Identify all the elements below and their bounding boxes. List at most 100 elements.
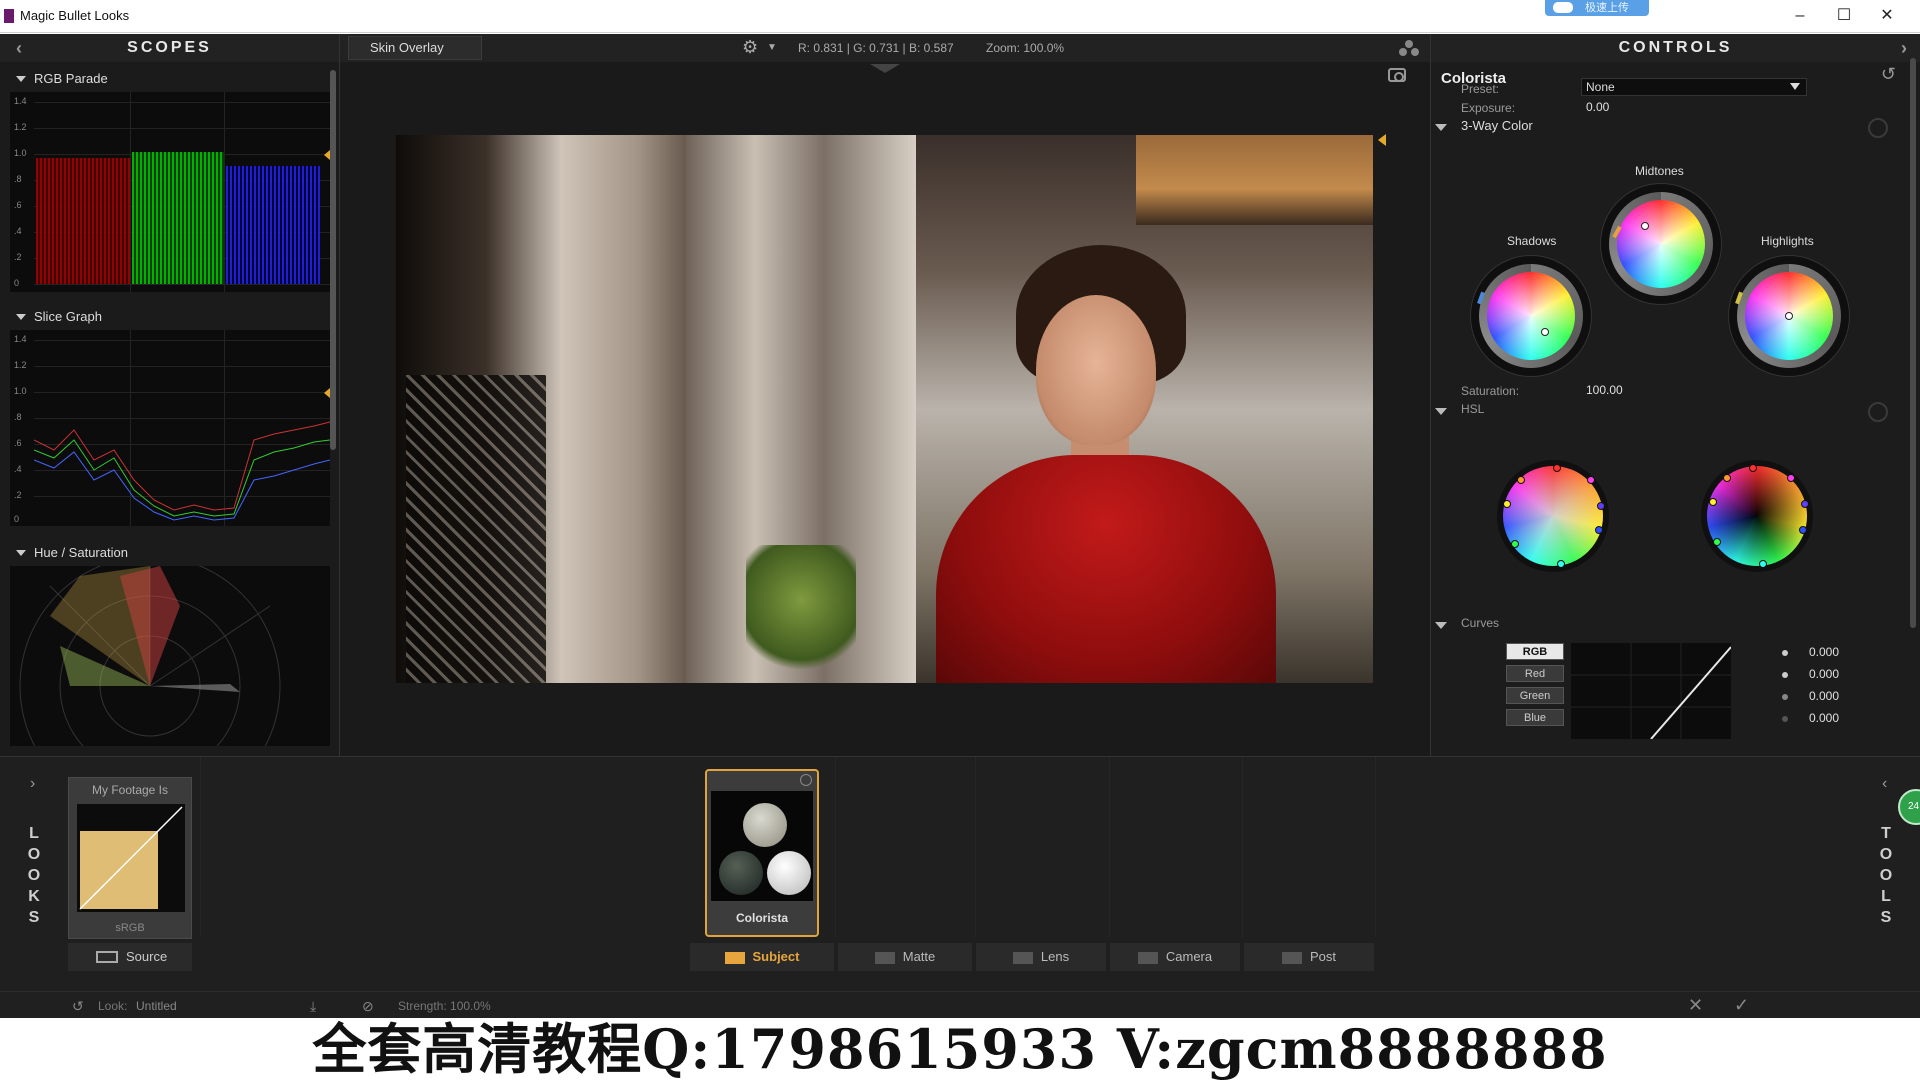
divider [1242,757,1243,937]
slice-graph-traces [34,421,330,521]
save-icon[interactable]: ⤓ [310,998,316,1015]
strength-icon: ⊘ [362,998,374,1014]
curve-red-button[interactable]: Red [1506,665,1564,682]
colorista-thumbnail [711,791,813,901]
frame-marker[interactable] [1378,134,1386,146]
controls-scrollbar[interactable] [1910,58,1916,628]
expand-triangle-icon[interactable] [1435,124,1447,131]
green-parade-trace [132,152,224,284]
source-button[interactable]: Source [68,943,192,971]
notification-badge[interactable]: 24 [1898,789,1920,825]
tools-letter: T [1881,825,1891,842]
source-label: Source [126,949,168,964]
close-button[interactable]: ✕ [1872,6,1902,26]
controls-title: CONTROLS [1618,39,1733,56]
collapse-right-icon[interactable]: › [1901,34,1910,62]
looks-drawer-tab[interactable]: L O O K S [26,823,42,928]
skin-overlay-button[interactable]: Skin Overlay [348,36,482,60]
highlights-wheel[interactable] [1729,256,1849,376]
tick-label: 1.4 [14,96,27,106]
expand-triangle-icon[interactable] [1435,622,1447,629]
curve-green-button[interactable]: Green [1506,687,1564,704]
slice-graph-plot: 1.4 1.2 1.0 .8 .6 .4 .2 0 [10,330,330,526]
tick-label: 1.2 [14,122,27,132]
app-body: ‹ SCOPES RGB Parade 1.4 1.2 1.0 .8 .6 .4… [0,34,1920,1019]
minimize-button[interactable]: – [1785,6,1815,26]
tick-label: .8 [14,174,22,184]
tick-label: 0 [14,514,20,524]
upload-tag-label: 极速上传 [1585,2,1629,14]
saturation-value[interactable]: 100.00 [1586,383,1623,397]
view-mode-icon[interactable] [1398,39,1420,57]
scopes-scrollbar[interactable] [330,70,336,450]
tab-post[interactable]: Post [1244,943,1374,971]
reset-icon[interactable]: ↺ [72,998,84,1015]
shadows-wheel[interactable] [1471,256,1591,376]
look-label: Look: [98,999,128,1013]
curve-value[interactable]: 0.000 [1809,667,1839,681]
collapse-left-icon[interactable]: ‹ [16,34,25,62]
upload-tag[interactable]: 极速上传 [1545,0,1649,16]
highlights-handle[interactable] [1785,312,1793,320]
curve-value[interactable]: 0.000 [1809,645,1839,659]
person-icon [724,951,745,964]
slice-graph-toggle[interactable]: Slice Graph [0,306,330,328]
tick-label: .6 [14,200,22,210]
red-parade-trace [36,158,130,284]
footage-card[interactable]: My Footage Is sRGB [68,777,192,939]
camera-snapshot-icon[interactable] [1388,68,1406,82]
expand-triangle-icon[interactable] [1435,408,1447,415]
reset-icon[interactable]: ↺ [1881,64,1896,85]
hsl-light-wheel[interactable] [1497,460,1609,572]
chevron-right-icon[interactable]: › [30,775,35,793]
tick-label: 0 [14,278,20,288]
midtones-label: Midtones [1635,164,1684,178]
tab-matte[interactable]: Matte [838,943,972,971]
lens-icon [1012,951,1033,964]
strength-readout[interactable]: Strength: 100.0% [398,999,491,1013]
tab-lens[interactable]: Lens [976,943,1106,971]
collapse-toolbar-icon[interactable] [870,64,900,73]
curve-rgb-button[interactable]: RGB [1506,643,1564,660]
rgb-parade-toggle[interactable]: RGB Parade [0,68,330,90]
tools-drawer-tab[interactable]: T O O L S [1878,823,1894,928]
curve-blue-button[interactable]: Blue [1506,709,1564,726]
divider [1375,757,1376,937]
curve-value[interactable]: 0.000 [1809,689,1839,703]
tick-label: .2 [14,252,22,262]
reset-section-icon[interactable] [1868,118,1888,138]
gear-icon[interactable]: ⚙ [742,37,758,58]
maximize-button[interactable]: ☐ [1829,6,1859,26]
midtones-wheel[interactable] [1601,184,1721,304]
expand-triangle-icon [16,314,26,320]
chevron-down-icon[interactable]: ▼ [767,42,777,53]
reset-section-icon[interactable] [1868,402,1888,422]
exposure-value[interactable]: 0.00 [1586,100,1609,114]
window-title: Magic Bullet Looks [20,8,130,23]
footage-curve [77,804,185,912]
look-name[interactable]: Untitled [136,999,177,1013]
curve-editor[interactable] [1571,643,1731,739]
shadows-label: Shadows [1507,234,1557,248]
hue-saturation-toggle[interactable]: Hue / Saturation [0,542,330,564]
hsl-dark-wheel[interactable] [1701,460,1813,572]
colorista-card-label: Colorista [735,911,788,925]
expand-triangle-icon [16,550,26,556]
disable-icon[interactable] [800,774,812,786]
tick-label: .4 [14,464,22,474]
confirm-icon[interactable]: ✓ [1734,995,1749,1016]
tab-subject[interactable]: Subject [690,943,834,971]
looks-letter: S [28,909,40,926]
expand-triangle-icon [16,76,26,82]
cancel-icon[interactable]: ✕ [1688,995,1703,1016]
colorista-tool-card[interactable]: Colorista [705,769,819,937]
curve-value[interactable]: 0.000 [1809,711,1839,725]
scopes-title: SCOPES [127,39,212,56]
chevron-left-icon[interactable]: ‹ [1882,775,1887,793]
preset-select[interactable]: None [1581,78,1807,96]
tab-camera[interactable]: Camera [1110,943,1240,971]
shadows-handle[interactable] [1541,328,1549,336]
midtones-handle[interactable] [1641,222,1649,230]
looks-letter: K [28,888,40,905]
tab-label: Matte [902,949,936,964]
